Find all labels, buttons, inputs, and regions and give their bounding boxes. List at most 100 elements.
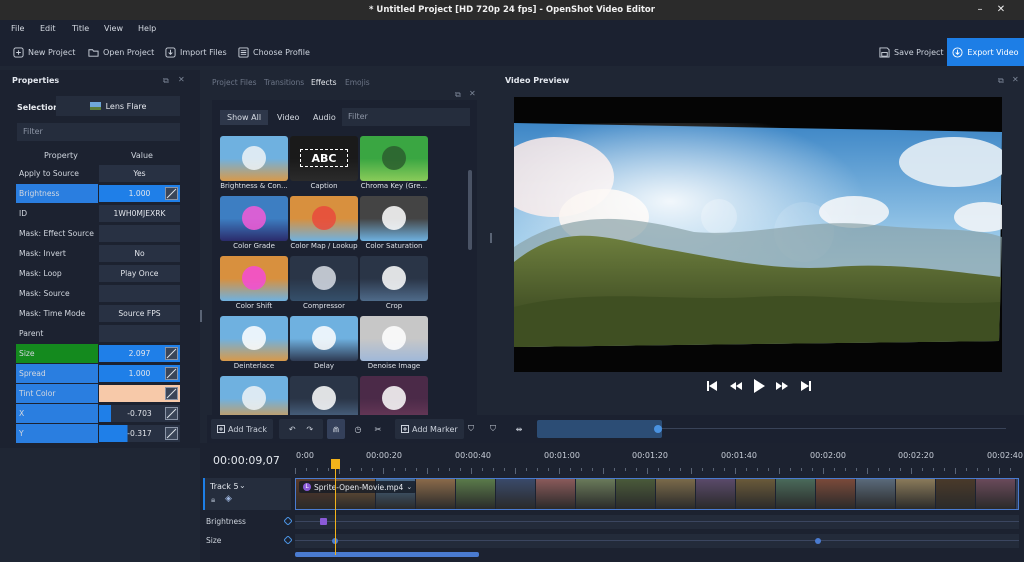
playhead-handle[interactable] (331, 459, 340, 469)
skip-start-icon[interactable] (703, 378, 721, 394)
video-frame[interactable] (514, 97, 1002, 372)
keyframe-diamond-size-icon[interactable] (284, 536, 292, 544)
close-panel-icon[interactable]: ✕ (178, 75, 185, 84)
property-row[interactable]: Mask: Effect Source (16, 224, 180, 243)
effect-item[interactable]: Brightness & Con... (220, 136, 288, 194)
choose-profile-button[interactable]: Choose Profile (238, 44, 310, 60)
keyframe-lane-brightness[interactable] (295, 515, 1019, 529)
float-preview-icon[interactable]: ⧉ (998, 76, 1004, 86)
effect-item[interactable]: ABC Caption (290, 136, 358, 194)
property-row[interactable]: Brightness 1.000 (16, 184, 180, 203)
close-preview-icon[interactable]: ✕ (1012, 75, 1019, 84)
property-row[interactable]: Y -0.317 (16, 424, 180, 443)
subtab-audio[interactable]: Audio (306, 110, 343, 125)
property-value[interactable] (99, 325, 180, 342)
effects-scrollbar[interactable] (468, 170, 472, 250)
effects-filter-input[interactable]: Filter (342, 108, 470, 126)
subtab-show-all[interactable]: Show All (220, 110, 269, 125)
float-panel-icon[interactable]: ⧉ (163, 76, 169, 86)
play-icon[interactable] (750, 378, 768, 394)
property-value[interactable]: 1WH0MJEXRK (99, 205, 180, 222)
menu-edit[interactable]: Edit (40, 24, 56, 33)
effect-item[interactable] (290, 376, 358, 415)
tab-project-files[interactable]: Project Files (212, 78, 257, 87)
zoom-slider-handle[interactable] (654, 425, 662, 433)
fast-forward-icon[interactable] (773, 378, 791, 394)
keyframe-toggle-icon[interactable] (165, 347, 178, 360)
effect-item[interactable]: Color Shift (220, 256, 288, 314)
menu-help[interactable]: Help (138, 24, 156, 33)
property-value[interactable]: 1.000 (99, 185, 180, 202)
track-lane[interactable]: L Sprite-Open-Movie.mp4 ⌄ (295, 478, 1019, 510)
effect-item[interactable]: Compressor (290, 256, 358, 314)
property-value[interactable] (99, 225, 180, 242)
add-marker-button[interactable]: Add Marker (395, 419, 464, 439)
razor-icon[interactable]: ✂ (369, 419, 387, 439)
track-menu-chevron-icon[interactable]: ⌄ (239, 481, 246, 490)
export-video-button[interactable]: Export Video (947, 38, 1024, 66)
keyframe-marker[interactable] (320, 518, 327, 525)
undo-icon[interactable]: ↶ (289, 425, 296, 434)
close-effects-icon[interactable]: ✕ (469, 89, 476, 98)
preview-splitter[interactable] (490, 233, 492, 243)
skip-end-icon[interactable] (797, 378, 815, 394)
keyframe-toggle-icon[interactable] (165, 367, 178, 380)
keyframe-toggle-icon[interactable] (165, 187, 178, 200)
property-row[interactable]: Mask: Source (16, 284, 180, 303)
effect-item[interactable]: Color Map / Lookup (290, 196, 358, 254)
minimize-icon[interactable]: – (974, 4, 986, 16)
previous-marker-icon[interactable]: ⛉ (462, 419, 480, 439)
effect-item[interactable]: Color Saturation (360, 196, 428, 254)
effect-badge-icon[interactable]: L (303, 483, 311, 491)
menu-file[interactable]: File (11, 24, 24, 33)
keyframe-lane-size[interactable] (295, 534, 1019, 548)
visibility-icon[interactable]: ◈ (225, 494, 232, 504)
timeline-scrollbar[interactable] (295, 552, 479, 557)
property-value[interactable]: -0.317 (99, 425, 180, 442)
clip[interactable]: L Sprite-Open-Movie.mp4 ⌄ (295, 478, 1019, 510)
save-project-button[interactable]: Save Project (879, 44, 944, 60)
property-row[interactable]: Tint Color (16, 384, 180, 403)
snapping-icon[interactable]: ⋒ (327, 419, 345, 439)
property-value[interactable]: Yes (99, 165, 180, 182)
open-project-button[interactable]: Open Project (88, 44, 154, 60)
close-icon[interactable]: ✕ (995, 4, 1007, 16)
next-marker-icon[interactable]: ⛉ (484, 419, 502, 439)
effect-item[interactable] (220, 376, 288, 415)
keyframe-toggle-icon[interactable] (165, 427, 178, 440)
property-row[interactable]: Spread 1.000 (16, 364, 180, 383)
property-row[interactable]: Size 2.097 (16, 344, 180, 363)
zoom-slider-range[interactable] (537, 420, 662, 438)
rewind-icon[interactable] (727, 378, 745, 394)
keyframe-toggle-icon[interactable] (165, 407, 178, 420)
effect-item[interactable]: Chroma Key (Gre... (360, 136, 428, 194)
panel-splitter[interactable] (200, 310, 202, 322)
property-row[interactable]: Parent (16, 324, 180, 343)
effect-item[interactable]: Color Grade (220, 196, 288, 254)
property-value[interactable]: Source FPS (99, 305, 180, 322)
property-value[interactable]: -0.703 (99, 405, 180, 422)
import-files-button[interactable]: Import Files (165, 44, 227, 60)
menu-title[interactable]: Title (72, 24, 89, 33)
selection-dropdown[interactable]: Lens Flare (56, 96, 180, 116)
property-value[interactable] (99, 285, 180, 302)
keyframe-marker-size[interactable] (815, 538, 821, 544)
effect-item[interactable]: Denoise Image (360, 316, 428, 374)
float-effects-icon[interactable]: ⧉ (455, 90, 461, 100)
property-row[interactable]: Mask: Time Mode Source FPS (16, 304, 180, 323)
subtab-video[interactable]: Video (270, 110, 306, 125)
tab-effects[interactable]: Effects (311, 78, 337, 87)
lock-icon[interactable]: 🔒︎ (211, 495, 215, 505)
property-row[interactable]: Mask: Loop Play Once (16, 264, 180, 283)
property-value[interactable]: Play Once (99, 265, 180, 282)
property-value[interactable]: 1.000 (99, 365, 180, 382)
effect-item[interactable]: Crop (360, 256, 428, 314)
track-header[interactable]: Track 5 ⌄ 🔒︎ ◈ (203, 478, 291, 510)
property-row[interactable]: X -0.703 (16, 404, 180, 423)
clip-menu-chevron-icon[interactable]: ⌄ (406, 483, 412, 491)
redo-icon[interactable]: ↷ (306, 425, 313, 434)
menu-view[interactable]: View (104, 24, 123, 33)
tab-emojis[interactable]: Emojis (345, 78, 370, 87)
timing-icon[interactable]: ◷ (349, 419, 367, 439)
add-track-button[interactable]: Add Track (211, 419, 273, 439)
